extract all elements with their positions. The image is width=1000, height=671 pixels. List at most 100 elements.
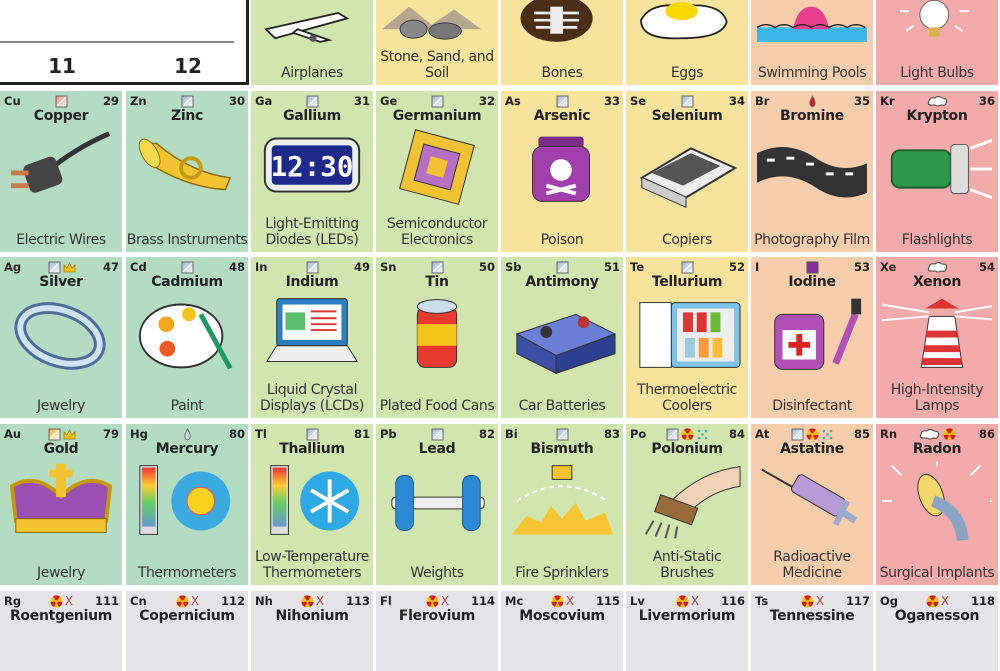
atomic-number: 116 (720, 594, 745, 608)
element-cell-ts[interactable]: Ts X 117 Tennessine (751, 591, 873, 671)
element-symbol: Cd (130, 260, 147, 274)
plug-icon (10, 131, 111, 193)
element-cell-kr[interactable]: Kr 36 Krypton Flashlights (876, 91, 998, 252)
clock-display: 12:30 (271, 151, 354, 183)
element-use-label: Surgical Implants (879, 565, 995, 581)
element-symbol: Sn (380, 260, 397, 274)
element-symbol: Se (630, 94, 647, 108)
element-cell-pb[interactable]: Pb 82 Lead Weights (376, 424, 498, 585)
atomic-number: 114 (470, 594, 495, 608)
element-symbol: As (505, 94, 521, 108)
element-use-label: Low-Temperature Thermometers (254, 549, 370, 581)
state-icons (306, 428, 319, 441)
state-icons (681, 261, 694, 274)
element-cell-partial[interactable]: Eggs (626, 0, 748, 85)
element-symbol: Mc (505, 594, 524, 608)
element-name: Gallium (283, 108, 341, 124)
element-cell-rn[interactable]: Rn 86 Radon Surgical Implants (876, 424, 998, 585)
element-cell-partial[interactable]: Swimming Pools (751, 0, 873, 85)
element-cell-cn[interactable]: Cn X 112 Copernicium (126, 591, 248, 671)
element-cell-cd[interactable]: Cd 48 Cadmium Paint (126, 257, 248, 418)
element-cell-partial[interactable]: Bones (501, 0, 623, 85)
element-cell-og[interactable]: Og X 118 Oganesson (876, 591, 998, 671)
element-cell-sb[interactable]: Sb 51 Antimony Car Batteries (501, 257, 623, 418)
element-symbol: At (755, 427, 770, 441)
element-cell-rg[interactable]: Rg X 111 Roentgenium (0, 591, 122, 671)
element-cell-ge[interactable]: Ge 32 Germanium Semiconductor Electronics (376, 91, 498, 252)
element-cell-sn[interactable]: Sn 50 Tin Plated Food Cans (376, 257, 498, 418)
element-use-label: Airplanes (281, 65, 343, 81)
element-cell-i[interactable]: I 53 Iodine Disinfectant (751, 257, 873, 418)
element-symbol: In (255, 260, 268, 274)
radioactive-icon (943, 427, 956, 440)
element-cell-ag[interactable]: Ag 47 Silver Jewelry (0, 257, 122, 418)
atomic-number: 113 (345, 594, 370, 608)
element-use-label: Anti-Static Brushes (652, 549, 722, 581)
state-icons: X (426, 594, 449, 608)
element-symbol: Lv (630, 594, 645, 608)
element-use-label: Thermoelectric Coolers (637, 382, 737, 414)
element-cell-se[interactable]: Se 34 Selenium Copiers (626, 91, 748, 252)
element-name: Radon (912, 441, 962, 457)
element-name: Iodine (788, 274, 836, 290)
element-cell-nh[interactable]: Nh X 113 Nihonium (251, 591, 373, 671)
element-cell-at[interactable]: At 85 Astatine Radioactive Medicine (751, 424, 873, 585)
element-symbol: Ag (4, 260, 22, 274)
element-cell-zn[interactable]: Zn 30 Zinc Brass Instruments (126, 91, 248, 252)
element-cell-br[interactable]: Br 35 Bromine Photography Film (751, 91, 873, 252)
element-name: Roentgenium (9, 608, 113, 624)
atomic-number: 47 (102, 260, 119, 274)
element-cell-mc[interactable]: Mc X 115 Moscovium (501, 591, 623, 671)
atomic-number: 34 (728, 94, 745, 108)
solid-state-icon (431, 428, 444, 440)
element-name: Astatine (780, 441, 844, 457)
element-name: Moscovium (519, 608, 605, 624)
element-cell-te[interactable]: Te 52 Tellurium Thermoelectric Coolers (626, 257, 748, 418)
element-name: Indium (285, 274, 339, 290)
element-name: Flerovium (398, 608, 476, 624)
state-icons (306, 261, 319, 274)
element-cell-cu[interactable]: Cu 29 Copper Electric Wires (0, 91, 122, 252)
element-use-label: Poison (540, 232, 584, 248)
radioactive-icon (176, 594, 189, 607)
element-use-label: Fire Sprinklers (515, 565, 609, 581)
element-name: Cadmium (151, 274, 223, 290)
element-name: Bismuth (530, 441, 594, 457)
element-use-label: Electric Wires (16, 232, 106, 248)
element-cell-xe[interactable]: Xe 54 Xenon High-Intensity Lamps (876, 257, 998, 418)
fridge-icon (639, 302, 741, 368)
element-cell-tl[interactable]: Tl 81 Thallium Low-Temperature Thermometers (251, 424, 373, 585)
element-cell-bi[interactable]: Bi 83 Bismuth Fire Sprinklers (501, 424, 623, 585)
synthetic-x-icon: X (815, 594, 825, 608)
element-cell-partial[interactable]: Light Bulbs (876, 0, 998, 85)
solid-state-icon (556, 428, 569, 440)
element-cell-partial[interactable]: Airplanes (251, 0, 373, 85)
atomic-number: 53 (853, 260, 870, 274)
element-cell-lv[interactable]: Lv X 116 Livermorium (626, 591, 748, 671)
state-icons (48, 428, 76, 441)
element-use-label: High-Intensity Lamps (890, 382, 984, 414)
element-name: Zinc (170, 108, 204, 124)
element-name: Copernicium (139, 608, 235, 624)
crown-icon (63, 428, 75, 439)
element-symbol: I (755, 260, 760, 274)
thermometer-sun-icon (139, 465, 231, 535)
solid-state-icon (431, 95, 444, 107)
element-symbol: Ge (380, 94, 398, 108)
solid-state-icon (48, 261, 60, 273)
element-cell-as[interactable]: As 33 Arsenic Poison (501, 91, 623, 252)
iodine-bottle-icon (774, 298, 862, 370)
ring-icon (14, 302, 106, 370)
element-cell-hg[interactable]: Hg 80 Mercury Thermometers (126, 424, 248, 585)
trumpet-icon (138, 138, 232, 191)
element-cell-in[interactable]: In 49 Indium Liquid Crystal Displays (LCDs) (251, 257, 373, 418)
element-cell-po[interactable]: Po 84 Polonium Anti-Static Brushes (626, 424, 748, 585)
dumbbell-icon (391, 474, 485, 531)
element-symbol: Cn (130, 594, 147, 608)
element-use-label: Light-Emitting Diodes (LEDs) (265, 216, 359, 248)
atomic-number: 35 (853, 94, 870, 108)
element-cell-partial[interactable]: Stone, Sand, and Soil (376, 0, 498, 85)
element-cell-au[interactable]: Au 79 Gold Jewelry (0, 424, 122, 585)
element-cell-fl[interactable]: Fl X 114 Flerovium (376, 591, 498, 671)
element-cell-ga[interactable]: Ga 31 Gallium 12:30 Light-Emitting Diodes (L… (251, 91, 373, 252)
